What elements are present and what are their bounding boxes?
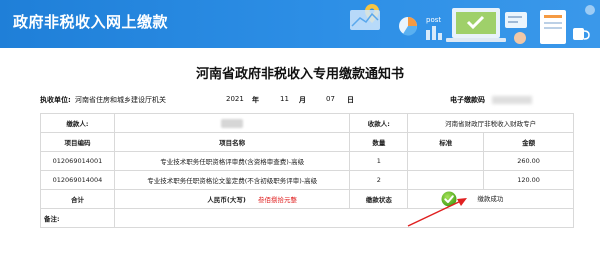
date-day-unit: 日 (347, 96, 354, 104)
item-qty: 2 (349, 170, 409, 190)
item-name: 专业技术职务任职资格评审费(含资格审查费)-高级 (113, 151, 351, 171)
total-label: 合计 (40, 189, 115, 209)
table-row: 012069014001 专业技术职务任职资格评审费(含资格审查费)-高级 1 … (40, 151, 574, 171)
date-day: 07 (326, 95, 335, 103)
total-row: 合计 人民币(大写) 叁佰捌拾元整 缴款状态 缴款成功 (40, 189, 574, 209)
item-code: 012069014001 (40, 151, 115, 171)
item-qty: 1 (349, 151, 409, 171)
col-header-name: 项目名称 (113, 132, 351, 152)
exec-unit-value: 河南省住房和城乡建设厅机关 (75, 96, 166, 104)
coffee-cup-icon (573, 28, 590, 40)
header-banner: 政府非税收入网上缴款 post (0, 0, 600, 48)
annotation-arrow-icon (407, 198, 467, 227)
status-label: 缴款状态 (349, 189, 409, 209)
date-year: 2021 (226, 95, 244, 103)
laptop-icon (446, 8, 506, 42)
col-header-qty: 数量 (349, 132, 409, 152)
payer-label: 缴款人: (40, 113, 115, 133)
rmb-value: 叁佰捌拾元整 (257, 196, 297, 204)
table-header-row: 项目编码 项目名称 数量 标准 金额 (40, 132, 574, 152)
remark-row: 备注: (40, 208, 575, 228)
date-month: 11 (280, 95, 289, 103)
notice-title: 河南省政府非税收入专用缴款通知书 (195, 67, 404, 82)
item-code: 012069014004 (40, 170, 115, 190)
remark-value (113, 208, 575, 228)
date-year-unit: 年 (252, 96, 259, 104)
remark-label: 备注: (40, 208, 115, 228)
payment-notice-table: 缴款人: 收款人: 河南省财政厅非税收入财政专户 项目编码 项目名称 数量 标准… (40, 113, 575, 228)
item-standard (407, 170, 485, 190)
payee-value: 河南省财政厅非税收入财政专户 (407, 113, 574, 133)
rmb-label: 人民币(大写) (207, 196, 246, 204)
item-amount: 120.00 (483, 170, 574, 190)
item-name: 专业技术职务任职资格论文鉴定费(不含初级职务评审)-高级 (113, 170, 351, 190)
col-header-standard: 标准 (407, 132, 485, 152)
item-standard (407, 151, 485, 171)
payee-label: 收款人: (349, 113, 409, 133)
e-ticket-code-redacted (492, 96, 532, 104)
item-amount: 260.00 (483, 151, 574, 171)
exec-unit-label: 执收单位: (40, 96, 71, 104)
e-ticket-label: 电子缴款码 (450, 96, 485, 104)
total-amount-cell: 人民币(大写) 叁佰捌拾元整 (113, 189, 351, 209)
col-header-code: 项目编码 (40, 132, 115, 152)
table-row: 012069014004 专业技术职务任职资格论文鉴定费(不含初级职务评审)-高… (40, 170, 574, 190)
banner-illustration-icon: post (350, 4, 595, 44)
payer-value-redacted (113, 113, 351, 133)
payer-payee-row: 缴款人: 收款人: 河南省财政厅非税收入财政专户 (40, 113, 574, 133)
col-header-amount: 金额 (483, 132, 574, 152)
svg-text:post: post (426, 16, 441, 24)
status-value: 缴款成功 (477, 195, 504, 203)
pie-chart-icon (399, 17, 418, 36)
date-month-unit: 月 (299, 96, 306, 104)
